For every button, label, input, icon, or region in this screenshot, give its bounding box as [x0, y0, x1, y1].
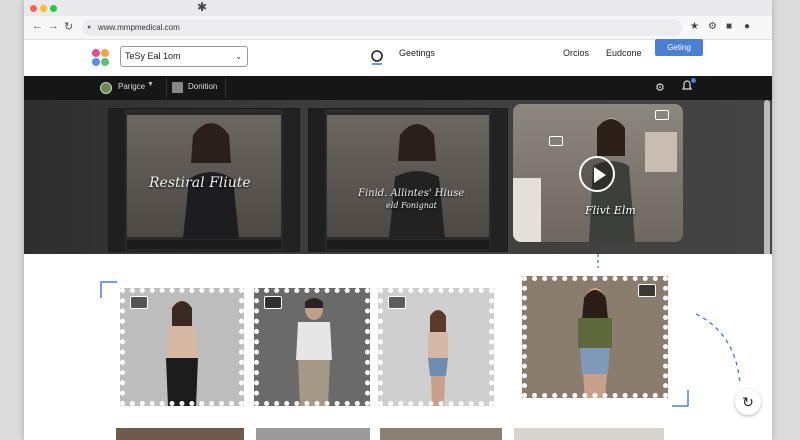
media-badge-icon[interactable] [655, 110, 669, 120]
back-icon[interactable]: ← [32, 20, 43, 32]
panel-tools [309, 109, 325, 251]
greeting-icon[interactable] [369, 48, 385, 66]
search-value: TeSy Eal 1om [125, 51, 181, 61]
hero-caption-mid-1: Finid. Allintes' Hiuse [358, 188, 465, 199]
address-bar-row: ← → ↻ ● www.mmpmedical.com ★ ⚙ ■ ● [24, 16, 772, 40]
gallery-thumb-1[interactable] [120, 288, 244, 406]
profile-icon[interactable]: ■ [726, 21, 732, 32]
lock-icon: ● [87, 24, 92, 31]
panel-timeline[interactable] [327, 240, 489, 249]
forward-icon[interactable]: → [48, 20, 59, 32]
divider [225, 78, 226, 98]
photo-gallery [24, 254, 772, 440]
chevron-down-icon[interactable]: ▼ [147, 81, 154, 88]
menu-icon[interactable]: ● [744, 21, 750, 32]
profile-label[interactable]: Parigce [118, 82, 145, 91]
stamp-frame [378, 288, 494, 406]
divider [166, 78, 167, 98]
chat-badge-icon[interactable] [549, 136, 563, 146]
stamp-frame [254, 288, 370, 406]
extension-icon[interactable]: ⚙ [708, 21, 717, 32]
new-tab-icon[interactable]: ✱ [197, 0, 207, 14]
editor-panel-2[interactable] [308, 108, 508, 252]
hero-editor-area: Restiral Fliute Finid. Allintes' Hiuse e… [24, 100, 772, 254]
panel-canvas [327, 115, 489, 239]
panel-timeline[interactable] [127, 240, 281, 249]
stamp-frame [120, 288, 244, 406]
nav-link-center[interactable]: Geetings [399, 48, 435, 58]
selection-corner-icon [672, 390, 689, 407]
hero-caption-mid-2: eld Fonignat [386, 201, 437, 210]
section-label[interactable]: Donition [188, 82, 217, 91]
gear-icon[interactable]: ⚙ [655, 81, 665, 94]
editor-toolbar: Parigce ▼ Donition ⚙ [24, 76, 772, 100]
url-text: www.mmpmedical.com [98, 23, 180, 32]
play-icon[interactable] [579, 156, 615, 192]
hero-caption-left: Restiral Fliute [149, 175, 251, 191]
star-icon[interactable]: ★ [690, 21, 699, 32]
reload-icon[interactable]: ↻ [64, 20, 73, 33]
gallery-thumb-3[interactable] [378, 288, 494, 406]
site-header: TeSy Eal 1om ⌄ Geetings Orcios Eudcone G… [24, 39, 772, 76]
tab-strip: ✱ [24, 0, 772, 16]
featured-video-card[interactable]: Flivt Elm [513, 104, 683, 242]
panel-tools [109, 109, 125, 251]
cta-button[interactable]: Geting [655, 39, 703, 56]
browser-window: ✱ ← → ↻ ● www.mmpmedical.com ★ ⚙ ■ ● TeS… [24, 0, 772, 440]
refresh-icon[interactable]: ↻ [735, 389, 761, 415]
woman-figure [389, 124, 445, 239]
nav-link-2[interactable]: Eudcone [606, 48, 642, 58]
close-window-icon[interactable] [30, 5, 37, 12]
logo-icon[interactable] [92, 49, 110, 67]
gallery-thumb-6[interactable] [256, 428, 370, 440]
panel-properties [283, 109, 299, 251]
gallery-thumb-2[interactable] [254, 288, 370, 406]
card-caption: Flivt Elm [585, 204, 636, 217]
connector-path [597, 254, 741, 385]
maximize-window-icon[interactable] [50, 5, 57, 12]
document-icon[interactable] [172, 82, 183, 93]
nav-link-1[interactable]: Orcios [563, 48, 589, 58]
minimize-window-icon[interactable] [40, 5, 47, 12]
panel-properties [491, 109, 507, 251]
gallery-thumb-5[interactable] [116, 428, 244, 440]
gallery-thumb-8[interactable] [514, 428, 664, 440]
url-field[interactable]: ● www.mmpmedical.com [82, 19, 682, 36]
chevron-down-icon[interactable]: ⌄ [235, 47, 242, 66]
gallery-thumb-7[interactable] [380, 428, 502, 440]
search-input[interactable]: TeSy Eal 1om ⌄ [120, 46, 248, 67]
notification-badge [691, 78, 696, 83]
avatar[interactable] [100, 82, 112, 94]
